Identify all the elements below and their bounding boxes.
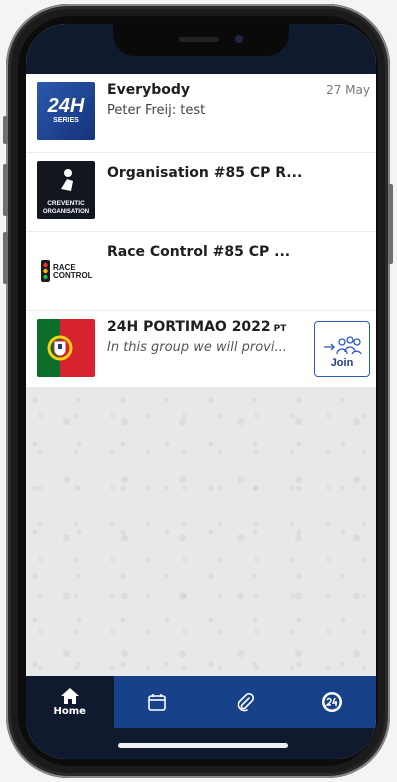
chat-title: Race Control #85 CP ...: [107, 244, 291, 260]
join-label: Join: [330, 357, 354, 369]
home-icon: [60, 688, 79, 704]
organisation-figure-head-icon: [64, 169, 72, 177]
avatar-text-sub: CONTROL: [53, 271, 93, 280]
power-button: [388, 184, 393, 264]
tab-home[interactable]: Home: [26, 676, 114, 728]
paperclip-icon: [237, 692, 254, 712]
avatar-race-control: RACE CONTROL: [37, 240, 95, 298]
chat-item-24h-portimao[interactable]: 24H PORTIMAO 2022 PT In this group we wil…: [26, 311, 376, 390]
chat-item-organisation[interactable]: CREVENTIC ORGANISATION Organisation #85 …: [26, 153, 376, 232]
volume-up-button: [3, 164, 8, 216]
status-bar: [26, 24, 376, 74]
avatar-24h-series: 24H SERIES: [37, 82, 95, 140]
chat-title: Organisation #85 CP R...: [107, 165, 303, 181]
chat-item-race-control[interactable]: RACE CONTROL Race Control #85 CP ...: [26, 232, 376, 311]
join-group-icon: [324, 336, 362, 355]
bottom-tab-bar: Home: [26, 676, 376, 728]
chat-background-pattern: [26, 387, 376, 677]
home-indicator-area: [26, 728, 376, 759]
country-tag: PT: [273, 324, 287, 334]
tab-label: Home: [53, 706, 86, 717]
chat-description: In this group we will provi...: [107, 340, 287, 355]
volume-down-button: [3, 232, 8, 284]
avatar-text-sub: SERIES: [53, 117, 79, 124]
home-indicator[interactable]: [118, 743, 288, 748]
chat-title: Everybody: [107, 82, 191, 98]
chat-date: 27 May: [326, 83, 370, 97]
front-camera: [235, 35, 243, 43]
speaker-grille: [179, 37, 219, 42]
notch: [113, 24, 289, 56]
app-screen: 24H SERIES Everybody Peter Freij: test 2…: [26, 24, 376, 759]
avatar-text-main: CREVENTIC: [47, 200, 85, 207]
join-group-button[interactable]: Join: [314, 321, 370, 377]
24h-series-logo-icon: [322, 692, 343, 712]
avatar-creventic-organisation: CREVENTIC ORGANISATION: [37, 161, 95, 219]
calendar-icon: [148, 694, 167, 711]
tab-attachments[interactable]: [201, 676, 289, 728]
avatar-text-sub: ORGANISATION: [43, 209, 89, 215]
chat-list: 24H SERIES Everybody Peter Freij: test 2…: [26, 74, 376, 390]
chat-item-everybody[interactable]: 24H SERIES Everybody Peter Freij: test 2…: [26, 74, 376, 153]
chat-last-message: Peter Freij: test: [107, 103, 206, 118]
mute-switch: [3, 116, 8, 144]
avatar-text-main: 24H: [47, 95, 85, 117]
tab-calendar[interactable]: [114, 676, 202, 728]
chat-title-text: 24H PORTIMAO 2022: [107, 319, 271, 335]
chat-title: 24H PORTIMAO 2022 PT: [107, 319, 286, 335]
tab-24h-series[interactable]: [289, 676, 377, 728]
avatar-portugal-flag: [37, 319, 95, 377]
